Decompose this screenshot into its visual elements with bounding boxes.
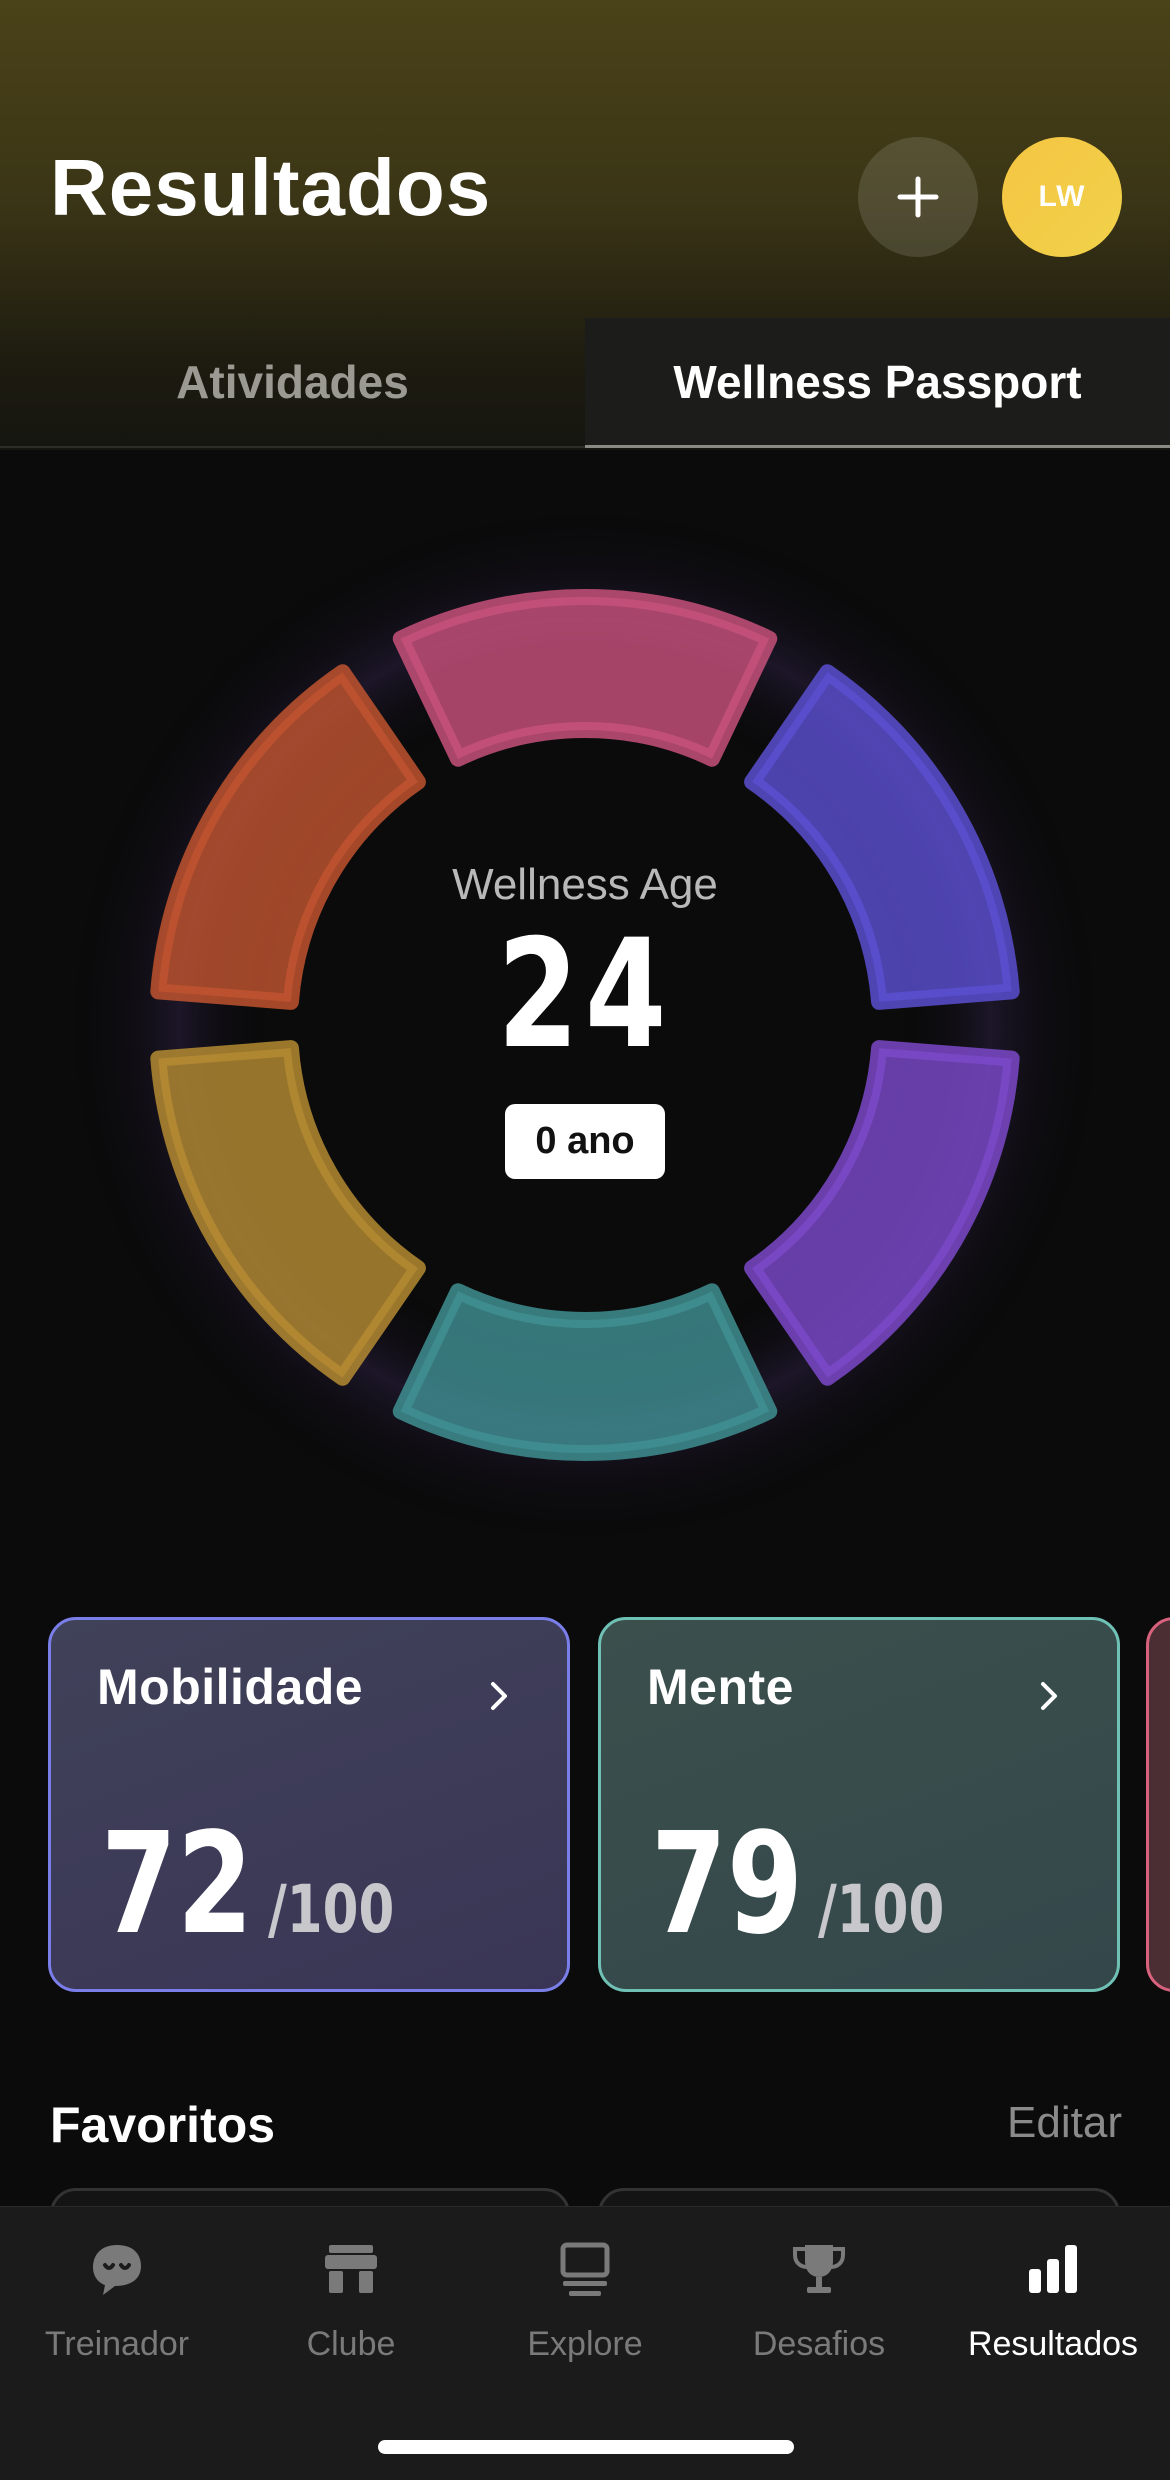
home-indicator: [378, 2440, 794, 2454]
wellness-age-value: 24: [497, 908, 673, 1082]
nav-item-clube[interactable]: Clube: [234, 2207, 468, 2437]
score-max: /100: [817, 1871, 945, 1948]
nav-label: Treinador: [44, 2325, 190, 2363]
nav-item-treinador[interactable]: Treinador: [0, 2207, 234, 2437]
chevron-right-icon: [491, 1682, 507, 1710]
ring-segment-bottom: [392, 1283, 778, 1461]
coach-icon: [93, 2245, 141, 2295]
page-title: Resultados: [50, 143, 492, 232]
explore-icon: [560, 2242, 610, 2296]
bottom-nav: Treinador Clube Explore Desafios Resulta…: [0, 2206, 1170, 2480]
plus-icon: [897, 176, 939, 218]
chevron-right-icon: [1041, 1682, 1057, 1710]
wellness-age-panel: Wellness Age 24 0 ano: [385, 860, 785, 1179]
score-card-next[interactable]: [1146, 1617, 1170, 1992]
card-score: 72 /100: [101, 1815, 430, 1955]
card-title: Mobilidade: [97, 1659, 364, 1715]
score-cards-carousel[interactable]: Mobilidade 72 /100 Mente 79 /100: [0, 1617, 1170, 1992]
card-title: Mente: [647, 1659, 794, 1715]
add-button[interactable]: [858, 137, 978, 257]
score-card-mobilidade[interactable]: Mobilidade 72 /100: [48, 1617, 570, 1992]
nav-item-explore[interactable]: Explore: [468, 2207, 702, 2437]
nav-item-desafios[interactable]: Desafios: [702, 2207, 936, 2437]
wellness-age-label: Wellness Age: [452, 860, 718, 909]
store-icon: [325, 2245, 377, 2293]
nav-label: Desafios: [752, 2325, 886, 2363]
nav-item-resultados[interactable]: Resultados: [936, 2207, 1170, 2437]
wellness-age-delta-badge: 0 ano: [505, 1104, 665, 1179]
ring-segment-top: [392, 589, 778, 767]
tab-bar: Atividades Wellness Passport: [0, 318, 1170, 448]
score-card-mente[interactable]: Mente 79 /100: [598, 1617, 1120, 1992]
tab-wellness-passport[interactable]: Wellness Passport: [585, 318, 1170, 448]
score-max: /100: [267, 1871, 395, 1948]
nav-label: Resultados: [967, 2325, 1139, 2363]
favorites-edit-link[interactable]: Editar: [1007, 2098, 1122, 2148]
score-value: 79: [651, 1803, 803, 1966]
score-value: 72: [101, 1803, 253, 1966]
bar-chart-icon: [1029, 2245, 1077, 2293]
avatar[interactable]: LW: [1002, 137, 1122, 257]
nav-label: Explore: [527, 2325, 643, 2363]
nav-label: Clube: [306, 2325, 396, 2363]
card-score: 79 /100: [651, 1815, 980, 1955]
trophy-icon: [793, 2245, 845, 2293]
tab-atividades[interactable]: Atividades: [0, 318, 585, 448]
favorites-title: Favoritos: [50, 2097, 276, 2153]
